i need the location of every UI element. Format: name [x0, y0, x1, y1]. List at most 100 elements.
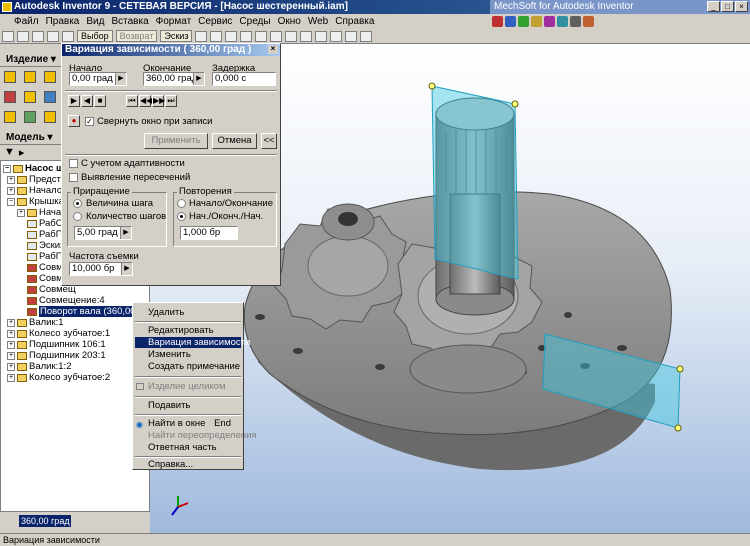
expand-icon[interactable]: + [7, 362, 15, 371]
framerate-field[interactable]: 10,000 бр ▶ [69, 262, 133, 276]
repeat-field[interactable]: 1,000 бр [180, 226, 238, 240]
expand-icon[interactable]: + [7, 186, 15, 195]
menu-environments[interactable]: Среды [239, 16, 270, 27]
intersect-checkbox[interactable] [69, 173, 78, 182]
expand-icon[interactable]: ▸ [19, 146, 25, 159]
end-field[interactable]: 360,00 град ▶ [143, 72, 205, 86]
mechsoft-tool-icon[interactable] [570, 16, 581, 27]
menu-item-drive-constraint[interactable]: Вариация зависимости [135, 337, 250, 348]
model-panel-header[interactable]: Модель ▾ [0, 131, 62, 145]
mechsoft-tool-icon[interactable] [531, 16, 542, 27]
update-icon[interactable] [195, 30, 208, 42]
mechsoft-tool-icon[interactable] [583, 16, 594, 27]
work-plane-icon[interactable] [44, 111, 56, 123]
delay-field[interactable]: 0,000 с [212, 72, 276, 86]
menu-item-find-overrides[interactable]: Найти переопределения [135, 430, 257, 441]
minimize-button[interactable]: _ [707, 1, 720, 12]
go-to-end-icon[interactable]: ⏭ [165, 95, 177, 107]
menu-item-whole-assembly[interactable]: Изделие целиком [135, 381, 241, 392]
dialog-close-icon[interactable]: × [268, 45, 278, 54]
step-size-radio[interactable] [73, 199, 82, 208]
collapse-options-button[interactable]: << [261, 133, 277, 149]
camera-icon[interactable] [345, 30, 358, 42]
step-forward-icon[interactable]: ▶▶ [152, 95, 165, 107]
menu-item-edit[interactable]: Редактировать [135, 325, 241, 336]
tree-node[interactable]: + Подшипник 106:1 [7, 339, 106, 350]
rotate-icon[interactable] [285, 30, 298, 42]
dialog-title-bar[interactable]: Вариация зависимости ( 360,00 град ) × [62, 44, 280, 56]
expand-icon[interactable]: + [7, 351, 15, 360]
expand-icon[interactable]: + [7, 340, 15, 349]
tree-node[interactable]: + Колесо зубчатое:1 [7, 328, 110, 339]
replace-component-icon[interactable] [24, 91, 36, 103]
menu-item-other-half[interactable]: Ответная часть [135, 442, 241, 453]
create-component-icon[interactable] [24, 71, 36, 83]
collapse-icon[interactable]: − [7, 197, 15, 206]
menu-item-find-in-window[interactable]: ◉ Найти в окне End [135, 418, 241, 429]
play-forward-icon[interactable]: ▶ [68, 95, 80, 107]
zoom-icon[interactable] [240, 30, 253, 42]
menu-web[interactable]: Web [308, 16, 328, 27]
increment-field[interactable]: 5,00 град ▶ [74, 226, 132, 240]
menu-insert[interactable]: Вставка [111, 16, 148, 27]
menu-item-help[interactable]: Справка... [135, 459, 241, 470]
zoom-selected-icon[interactable] [270, 30, 283, 42]
zoom-all-icon[interactable] [210, 30, 223, 42]
minimize-checkbox[interactable]: ✓ [85, 117, 94, 126]
look-at-icon[interactable] [300, 30, 313, 42]
menu-view[interactable]: Вид [86, 16, 104, 27]
menu-item-delete[interactable]: Удалить [135, 307, 241, 318]
menu-item-create-note[interactable]: Создать примечание [135, 361, 241, 372]
menu-help[interactable]: Справка [335, 16, 374, 27]
tree-node[interactable]: + Валик:1 [7, 317, 64, 328]
menu-item-suppress[interactable]: Подавить [135, 400, 241, 411]
mechsoft-tool-icon[interactable] [544, 16, 555, 27]
increment-arrow-icon[interactable]: ▶ [120, 227, 131, 239]
select-button[interactable]: Выбор [77, 30, 113, 42]
menu-edit[interactable]: Правка [46, 16, 80, 27]
cancel-button[interactable]: Отмена [212, 133, 257, 149]
collapse-icon[interactable]: − [3, 164, 11, 173]
expand-icon[interactable]: + [7, 373, 15, 382]
start-end-start-radio[interactable] [177, 212, 186, 221]
pause-icon[interactable]: ■ [94, 95, 106, 107]
zoom-window-icon[interactable] [225, 30, 238, 42]
tree-node[interactable]: + Подшипник 203:1 [7, 350, 106, 361]
step-count-radio[interactable] [73, 212, 82, 221]
open-icon[interactable] [17, 30, 29, 42]
sketch-button[interactable]: Эскиз [160, 30, 193, 42]
return-button[interactable]: Возврат [115, 30, 158, 42]
start-field[interactable]: 0,00 град ▶ [69, 72, 127, 86]
analysis-icon[interactable] [360, 30, 373, 42]
go-to-start-icon[interactable]: ⏮ [126, 95, 138, 107]
menu-item-modify[interactable]: Изменить [135, 349, 241, 360]
section-view-icon[interactable] [24, 111, 36, 123]
start-arrow-icon[interactable]: ▶ [115, 73, 126, 85]
menu-file[interactable]: Файл [14, 16, 39, 27]
pan-icon[interactable] [255, 30, 268, 42]
expand-icon[interactable]: + [7, 329, 15, 338]
redo-icon[interactable] [62, 30, 74, 42]
filter-icon[interactable]: ▼ [4, 146, 15, 158]
adaptive-checkbox[interactable] [69, 159, 78, 168]
place-component-icon[interactable] [4, 71, 16, 83]
apply-button[interactable]: Применить [144, 133, 208, 149]
step-reverse-icon[interactable]: ◀◀ [139, 95, 152, 107]
framerate-arrow-icon[interactable]: ▶ [121, 263, 132, 275]
tree-node[interactable]: + Колесо зубчатое:2 [7, 372, 110, 383]
record-icon[interactable]: ● [68, 115, 80, 127]
rotate-component-icon[interactable] [4, 111, 16, 123]
tree-node[interactable]: Совмещение:4 [27, 295, 105, 306]
tree-node[interactable]: + Валик:1:2 [7, 361, 71, 372]
play-reverse-icon[interactable]: ◀ [81, 95, 93, 107]
end-arrow-icon[interactable]: ▶ [193, 73, 204, 85]
menu-tools[interactable]: Сервис [198, 16, 232, 27]
menu-window[interactable]: Окно [278, 16, 301, 27]
undo-icon[interactable] [47, 30, 59, 42]
shadow-icon[interactable] [330, 30, 343, 42]
mechsoft-tool-icon[interactable] [557, 16, 568, 27]
save-icon[interactable] [32, 30, 44, 42]
expand-icon[interactable]: + [17, 208, 25, 217]
mechsoft-tool-icon[interactable] [492, 16, 503, 27]
expand-icon[interactable]: + [7, 175, 15, 184]
